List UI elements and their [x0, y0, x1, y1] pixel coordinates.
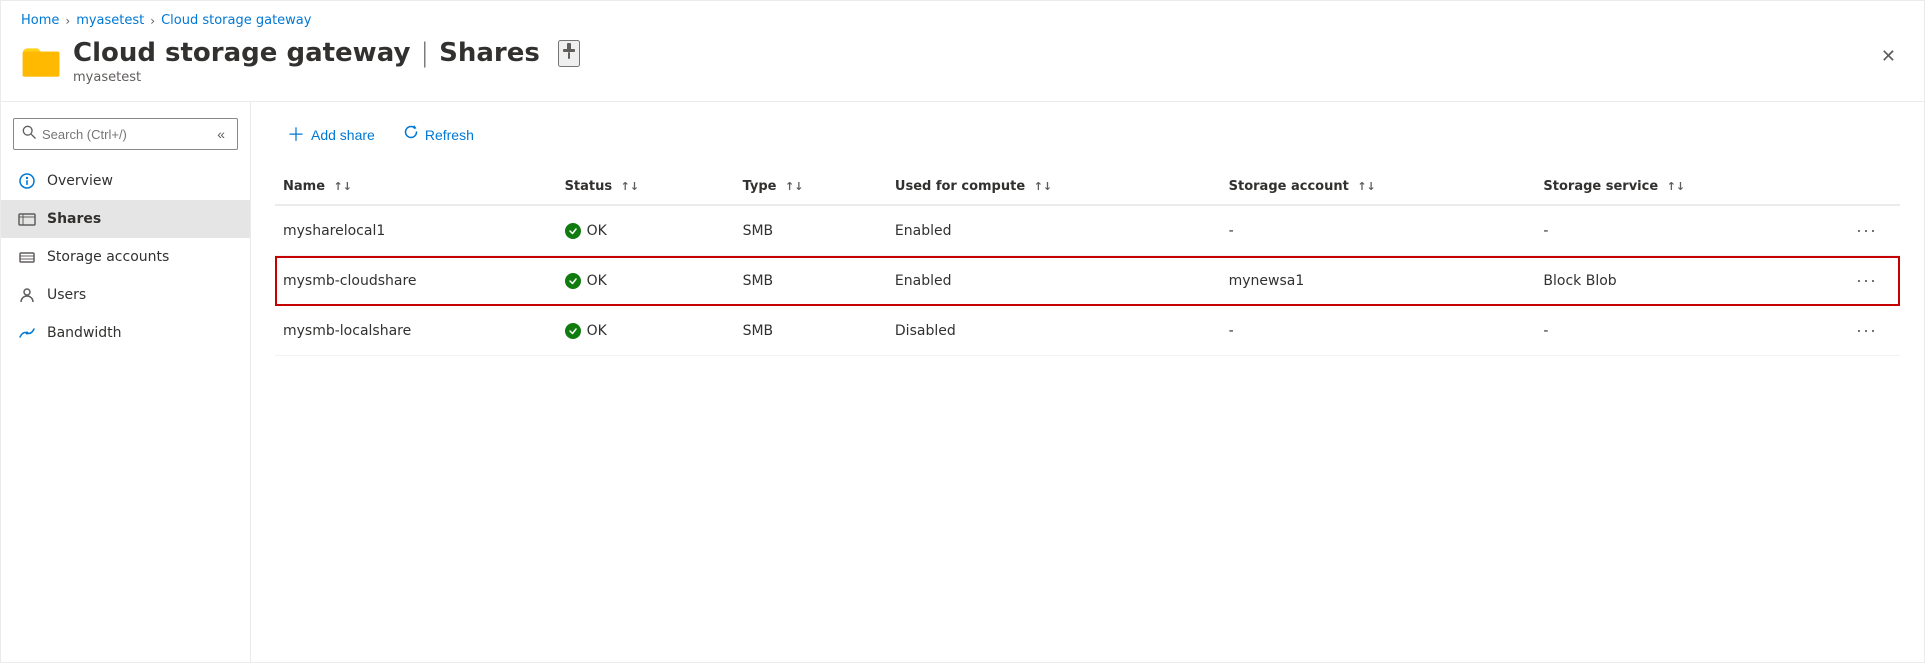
title-separator: | [420, 38, 429, 68]
table-row[interactable]: mysharelocal1 OK SMBEnabled--··· [275, 205, 1900, 256]
content-area: ＋ Add share Refresh [251, 102, 1924, 662]
sidebar-item-overview[interactable]: Overview [1, 162, 250, 200]
sort-icon-name: ↑↓ [334, 180, 352, 193]
sidebar-label-shares: Shares [47, 211, 101, 227]
cell-name-2: mysmb-localshare [275, 306, 557, 356]
col-header-storage-account[interactable]: Storage account ↑↓ [1221, 171, 1536, 205]
breadcrumb-sep-2: › [150, 14, 155, 28]
cell-name-0: mysharelocal1 [275, 205, 557, 256]
status-ok-icon [565, 273, 581, 289]
sort-icon-type: ↑↓ [785, 180, 803, 193]
cell-actions-0[interactable]: ··· [1840, 205, 1900, 256]
breadcrumb-sep-1: › [65, 14, 70, 28]
status-text: OK [587, 223, 607, 239]
row-actions-button[interactable]: ··· [1848, 318, 1885, 343]
cell-status-2: OK [557, 306, 735, 356]
col-header-storage-service[interactable]: Storage service ↑↓ [1535, 171, 1840, 205]
users-icon [17, 285, 37, 305]
cell-type-1: SMB [735, 256, 887, 306]
cell-actions-2[interactable]: ··· [1840, 306, 1900, 356]
sidebar-label-bandwidth: Bandwidth [47, 325, 122, 341]
cell-storage-account-1: mynewsa1 [1221, 256, 1536, 306]
cell-compute-1: Enabled [887, 256, 1221, 306]
add-icon: ＋ [287, 126, 305, 144]
status-text: OK [587, 273, 607, 289]
breadcrumb-current: Cloud storage gateway [161, 13, 311, 28]
breadcrumb: Home › myasetest › Cloud storage gateway [1, 1, 1924, 34]
table-row[interactable]: mysmb-cloudshare OK SMBEnabledmynewsa1Bl… [275, 256, 1900, 306]
cell-compute-2: Disabled [887, 306, 1221, 356]
refresh-button[interactable]: Refresh [391, 118, 486, 151]
row-actions-button[interactable]: ··· [1848, 218, 1885, 243]
sidebar-label-storage-accounts: Storage accounts [47, 249, 169, 265]
cell-actions-1[interactable]: ··· [1840, 256, 1900, 306]
col-header-type[interactable]: Type ↑↓ [735, 171, 887, 205]
row-actions-button[interactable]: ··· [1848, 268, 1885, 293]
pin-button[interactable] [558, 40, 580, 67]
search-box[interactable]: « [13, 118, 238, 150]
search-icon [22, 125, 36, 143]
sidebar-item-shares[interactable]: Shares [1, 200, 250, 238]
resource-subtitle: myasetest [73, 70, 580, 85]
refresh-label: Refresh [425, 127, 474, 143]
status-ok-icon [565, 223, 581, 239]
sidebar-item-storage-accounts[interactable]: Storage accounts [1, 238, 250, 276]
cell-storage-service-2: - [1535, 306, 1840, 356]
overview-icon [17, 171, 37, 191]
section-name: Shares [439, 38, 540, 68]
toolbar: ＋ Add share Refresh [275, 118, 1900, 151]
resource-icon [21, 40, 61, 80]
sort-icon-storage-account: ↑↓ [1357, 180, 1375, 193]
sort-icon-storage-service: ↑↓ [1667, 180, 1685, 193]
cell-name-1: mysmb-cloudshare [275, 256, 557, 306]
cell-type-0: SMB [735, 205, 887, 256]
breadcrumb-home[interactable]: Home [21, 13, 59, 28]
main-container: Home › myasetest › Cloud storage gateway… [0, 0, 1925, 663]
add-share-button[interactable]: ＋ Add share [275, 120, 387, 150]
cell-storage-account-2: - [1221, 306, 1536, 356]
sidebar-item-users[interactable]: Users [1, 276, 250, 314]
header-title: Cloud storage gateway | Shares [73, 38, 580, 68]
storage-accounts-icon [17, 247, 37, 267]
cell-compute-0: Enabled [887, 205, 1221, 256]
col-header-used-for-compute[interactable]: Used for compute ↑↓ [887, 171, 1221, 205]
close-button[interactable]: ✕ [1873, 42, 1904, 71]
col-header-actions [1840, 171, 1900, 205]
sort-icon-compute: ↑↓ [1034, 180, 1052, 193]
shares-table: Name ↑↓ Status ↑↓ Type ↑↓ Used for com [275, 171, 1900, 356]
status-ok-icon [565, 323, 581, 339]
sidebar: « Overview [1, 102, 251, 662]
cell-status-0: OK [557, 205, 735, 256]
search-input[interactable] [42, 127, 207, 142]
status-text: OK [587, 323, 607, 339]
cell-type-2: SMB [735, 306, 887, 356]
col-header-name[interactable]: Name ↑↓ [275, 171, 557, 205]
col-header-status[interactable]: Status ↑↓ [557, 171, 735, 205]
refresh-icon [403, 124, 419, 145]
shares-icon [17, 209, 37, 229]
breadcrumb-myasetest[interactable]: myasetest [76, 13, 144, 28]
table-row[interactable]: mysmb-localshare OK SMBDisabled--··· [275, 306, 1900, 356]
resource-name: Cloud storage gateway [73, 38, 410, 68]
collapse-sidebar-button[interactable]: « [213, 124, 229, 144]
table-header-row: Name ↑↓ Status ↑↓ Type ↑↓ Used for com [275, 171, 1900, 205]
cell-storage-service-0: - [1535, 205, 1840, 256]
sidebar-label-overview: Overview [47, 173, 113, 189]
bandwidth-icon [17, 323, 37, 343]
main-layout: « Overview [1, 101, 1924, 662]
page-header: Cloud storage gateway | Shares myasetest… [1, 34, 1924, 101]
cell-status-1: OK [557, 256, 735, 306]
sort-icon-status: ↑↓ [621, 180, 639, 193]
cell-storage-service-1: Block Blob [1535, 256, 1840, 306]
sidebar-item-bandwidth[interactable]: Bandwidth [1, 314, 250, 352]
cell-storage-account-0: - [1221, 205, 1536, 256]
sidebar-label-users: Users [47, 287, 86, 303]
header-title-block: Cloud storage gateway | Shares myasetest [73, 38, 580, 85]
add-share-label: Add share [311, 127, 375, 143]
